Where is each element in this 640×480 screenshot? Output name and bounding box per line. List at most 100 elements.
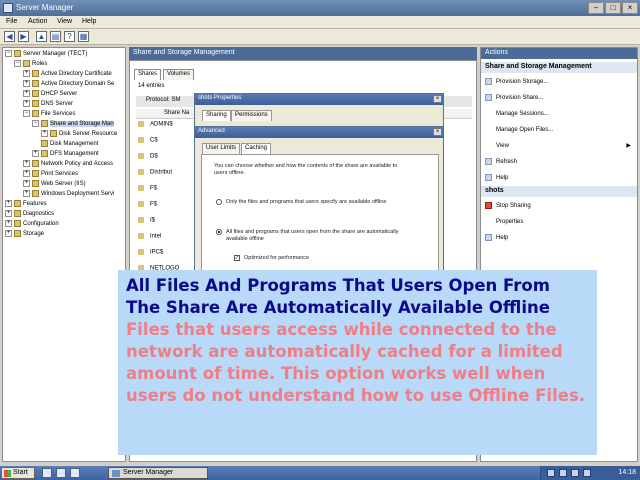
- tree-node[interactable]: − File Services: [23, 110, 75, 120]
- actions-group-share-storage[interactable]: Share and Storage Management: [481, 62, 637, 73]
- tree-node[interactable]: + Diagnostics: [5, 210, 54, 220]
- start-button[interactable]: Start: [1, 467, 35, 479]
- expand-icon[interactable]: +: [5, 210, 12, 217]
- server-manager-quicklaunch-icon[interactable]: [42, 468, 52, 478]
- tree-node[interactable]: + DFS Management: [32, 150, 99, 160]
- close-button[interactable]: ×: [622, 2, 638, 14]
- action-properties[interactable]: Properties: [485, 218, 523, 228]
- radio-all-files-offline[interactable]: [216, 229, 222, 235]
- share-folder-icon: [138, 153, 144, 159]
- back-icon[interactable]: ◀: [4, 31, 15, 42]
- maximize-button[interactable]: □: [605, 2, 621, 14]
- tray-network-icon[interactable]: [559, 469, 567, 477]
- action-provision-share[interactable]: Provision Share...: [485, 94, 543, 104]
- share-row[interactable]: ADMIN$: [138, 121, 198, 131]
- tree-node[interactable]: − Share and Storage Man: [32, 120, 114, 130]
- expand-icon[interactable]: +: [5, 230, 12, 237]
- share-row[interactable]: IPC$: [138, 249, 198, 259]
- actions-group-shots[interactable]: shots: [481, 186, 637, 197]
- up-icon[interactable]: ▲: [36, 31, 47, 42]
- expand-icon[interactable]: +: [23, 90, 30, 97]
- help-icon[interactable]: ?: [64, 31, 75, 42]
- tree-node[interactable]: − Roles: [14, 60, 47, 70]
- taskbar-server-manager-button[interactable]: Server Manager: [108, 467, 208, 479]
- collapse-icon[interactable]: −: [5, 50, 12, 57]
- share-row[interactable]: F$: [138, 185, 198, 195]
- tree-node[interactable]: + DNS Server: [23, 100, 73, 110]
- tree-node[interactable]: + Disk Server Resource: [41, 130, 117, 140]
- show-hide-tree-icon[interactable]: ▤: [50, 31, 61, 42]
- share-row[interactable]: Intel: [138, 233, 198, 243]
- tab-volumes[interactable]: Volumes: [163, 69, 195, 80]
- action-stop-sharing[interactable]: Stop Sharing: [485, 202, 531, 212]
- tab-permissions[interactable]: Permissions: [231, 110, 272, 121]
- forward-icon[interactable]: ▶: [18, 31, 29, 42]
- checkbox-optimized-performance[interactable]: ✓: [234, 255, 240, 261]
- tree-node[interactable]: + Web Server (IIS): [23, 180, 86, 190]
- share-row[interactable]: D$: [138, 153, 198, 163]
- explorer-quicklaunch-icon[interactable]: [70, 468, 80, 478]
- expand-icon[interactable]: +: [5, 220, 12, 227]
- expand-icon[interactable]: +: [23, 100, 30, 107]
- tree-node[interactable]: + Features: [5, 200, 47, 210]
- expand-icon[interactable]: +: [23, 80, 30, 87]
- expand-icon[interactable]: +: [23, 170, 30, 177]
- minimize-button[interactable]: –: [588, 2, 604, 14]
- collapse-icon[interactable]: −: [23, 110, 30, 117]
- tab-shares[interactable]: Shares: [134, 69, 162, 80]
- share-name: ADMIN$: [150, 121, 173, 128]
- tab-user-limits[interactable]: User Limits: [202, 143, 241, 154]
- expand-icon[interactable]: +: [32, 150, 39, 157]
- tree-node[interactable]: + Configuration: [5, 220, 59, 230]
- tree-node[interactable]: + Active Directory Domain Se: [23, 80, 114, 90]
- collapse-icon[interactable]: −: [32, 120, 39, 127]
- share-row[interactable]: F$: [138, 201, 198, 211]
- share-row[interactable]: C$: [138, 137, 198, 147]
- action-help[interactable]: Help: [485, 174, 508, 184]
- tree-node[interactable]: Disk Management: [41, 140, 98, 150]
- action-icon: [485, 234, 492, 241]
- properties-close-button[interactable]: ×: [433, 95, 442, 103]
- action-label: Manage Sessions...: [496, 111, 549, 118]
- tree-node[interactable]: + DHCP Server: [23, 90, 77, 100]
- collapse-icon[interactable]: −: [14, 60, 21, 67]
- tree-node[interactable]: + Windows Deployment Servi: [23, 190, 114, 200]
- caption-body: Files that users access while connected …: [126, 320, 586, 405]
- expand-icon[interactable]: +: [23, 180, 30, 187]
- server-manager-icon: [3, 3, 13, 13]
- menu-view[interactable]: View: [57, 18, 72, 25]
- expand-icon[interactable]: +: [23, 190, 30, 197]
- action-refresh[interactable]: Refresh: [485, 158, 517, 168]
- action-manage-sessions[interactable]: Manage Sessions...: [485, 110, 549, 120]
- menu-action[interactable]: Action: [28, 18, 47, 25]
- share-row[interactable]: Distribut: [138, 169, 198, 179]
- action-help[interactable]: Help: [485, 234, 508, 244]
- expand-icon[interactable]: +: [5, 200, 12, 207]
- tree-node-label: DNS Server: [41, 101, 74, 108]
- powershell-quicklaunch-icon[interactable]: [56, 468, 66, 478]
- properties-icon[interactable]: ▦: [78, 31, 89, 42]
- menu-help[interactable]: Help: [82, 18, 96, 25]
- tray-security-icon[interactable]: [571, 469, 579, 477]
- tab-caching[interactable]: Caching: [241, 143, 272, 154]
- entry-count: 14 entries: [138, 83, 165, 89]
- expand-icon[interactable]: +: [41, 130, 48, 137]
- tab-sharing[interactable]: Sharing: [202, 110, 231, 121]
- tree-node[interactable]: + Storage: [5, 230, 44, 240]
- tree-node[interactable]: + Active Directory Certificate: [23, 70, 112, 80]
- tray-sound-icon[interactable]: [547, 469, 555, 477]
- tree-node[interactable]: + Network Policy and Access: [23, 160, 113, 170]
- action-manage-open-files[interactable]: Manage Open Files...: [485, 126, 553, 136]
- action-view[interactable]: View: [485, 142, 509, 152]
- tree-node[interactable]: + Print Services: [23, 170, 78, 180]
- share-row[interactable]: I$: [138, 217, 198, 227]
- radio-user-specified-offline[interactable]: [216, 199, 222, 205]
- expand-icon[interactable]: +: [23, 70, 30, 77]
- advanced-close-button[interactable]: ×: [433, 128, 442, 136]
- tray-update-icon[interactable]: [583, 469, 591, 477]
- expand-icon[interactable]: +: [23, 160, 30, 167]
- node-icon: [32, 110, 39, 117]
- tree-node[interactable]: − Server Manager (TECT): [5, 50, 87, 60]
- action-provision-storage[interactable]: Provision Storage...: [485, 78, 548, 88]
- menu-file[interactable]: File: [6, 18, 17, 25]
